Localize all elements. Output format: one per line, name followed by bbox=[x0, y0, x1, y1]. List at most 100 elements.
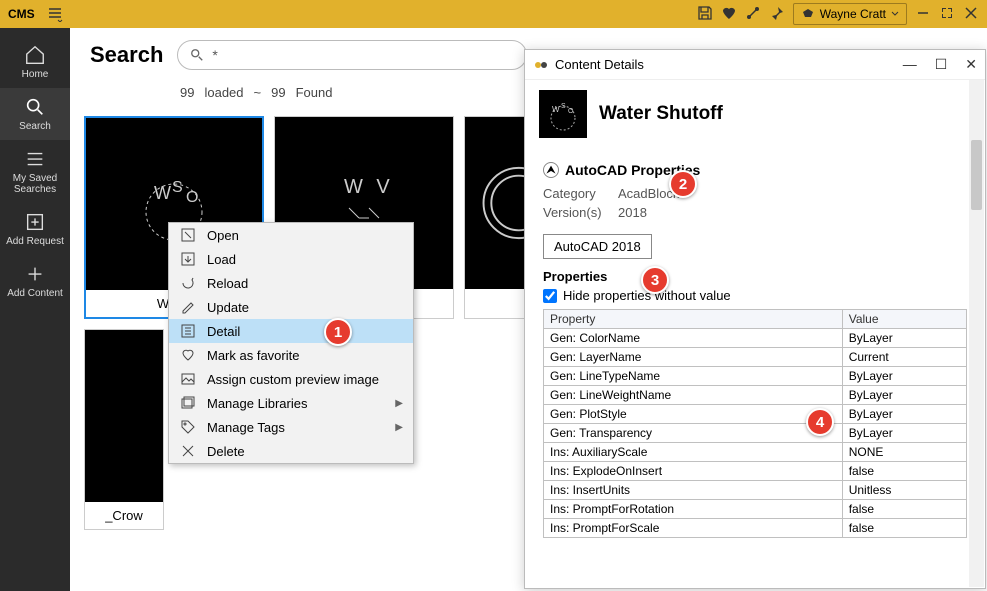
search-icon bbox=[190, 48, 204, 62]
table-row[interactable]: Ins: InsertUnitsUnitless bbox=[544, 481, 967, 500]
sidebar-label: Search bbox=[19, 121, 51, 132]
details-panel: Content Details — ☐ ✕ WSO Water Shutoff … bbox=[524, 49, 986, 589]
details-body: ⮝ AutoCAD Properties Category AcadBlock … bbox=[525, 142, 985, 588]
table-row[interactable]: Gen: LayerNameCurrent bbox=[544, 348, 967, 367]
search-title: Search bbox=[90, 42, 163, 68]
heart-icon[interactable] bbox=[721, 5, 737, 24]
sidebar-item-add-content[interactable]: Add Content bbox=[0, 255, 70, 307]
menu-delete[interactable]: Delete bbox=[169, 439, 413, 463]
load-icon bbox=[179, 251, 197, 267]
titlebar-left: CMS bbox=[8, 6, 63, 22]
details-thumbnail: WSO bbox=[539, 90, 587, 138]
detail-icon bbox=[179, 323, 197, 339]
context-menu: Open Load Reload Update Detail Mark as f… bbox=[168, 222, 414, 464]
callout-3: 3 bbox=[641, 266, 669, 294]
loaded-label: loaded bbox=[204, 85, 243, 100]
heart-outline-icon bbox=[179, 347, 197, 363]
properties-table: Property Value Gen: ColorNameByLayerGen:… bbox=[543, 309, 967, 538]
maximize-icon[interactable] bbox=[939, 5, 955, 24]
search-input[interactable]: * bbox=[177, 40, 527, 70]
callout-4: 4 bbox=[806, 408, 834, 436]
svg-text:S: S bbox=[172, 179, 187, 196]
result-card[interactable]: _Crow bbox=[84, 329, 164, 530]
pin-icon[interactable] bbox=[769, 5, 785, 24]
delete-icon bbox=[179, 443, 197, 459]
app-icon bbox=[533, 57, 549, 73]
table-row[interactable]: Gen: TransparencyByLayer bbox=[544, 424, 967, 443]
found-count: 99 bbox=[271, 85, 285, 100]
menu-detail[interactable]: Detail bbox=[169, 319, 413, 343]
table-row[interactable]: Ins: PromptForScalefalse bbox=[544, 519, 967, 538]
sidebar-label: Add Content bbox=[7, 288, 63, 299]
sidebar-item-add-request[interactable]: Add Request bbox=[0, 203, 70, 255]
user-name: Wayne Cratt bbox=[820, 7, 886, 21]
hide-empty-checkbox[interactable] bbox=[543, 289, 557, 303]
minimize-icon[interactable] bbox=[915, 5, 931, 24]
menu-preview[interactable]: Assign custom preview image bbox=[169, 367, 413, 391]
callout-2: 2 bbox=[669, 170, 697, 198]
sidebar-item-search[interactable]: Search bbox=[0, 88, 70, 140]
properties-heading: Properties bbox=[543, 269, 967, 284]
chevron-right-icon: ▶ bbox=[395, 422, 403, 433]
details-titlebar: Content Details — ☐ ✕ bbox=[525, 50, 985, 80]
card-thumbnail bbox=[85, 330, 163, 502]
sidebar-label: My Saved Searches bbox=[4, 173, 66, 195]
chevron-right-icon: ▶ bbox=[395, 398, 403, 409]
svg-text:O: O bbox=[186, 189, 202, 206]
reload-icon bbox=[179, 275, 197, 291]
app-name: CMS bbox=[8, 7, 35, 21]
menu-libraries[interactable]: Manage Libraries▶ bbox=[169, 391, 413, 415]
collapse-icon[interactable]: ⮝ bbox=[543, 162, 559, 178]
update-icon bbox=[179, 299, 197, 315]
sidebar-label: Home bbox=[22, 69, 49, 80]
sidebar: Home Search My Saved Searches Add Reques… bbox=[0, 28, 70, 591]
table-row[interactable]: Ins: PromptForRotationfalse bbox=[544, 500, 967, 519]
tag-icon bbox=[179, 419, 197, 435]
table-row[interactable]: Gen: ColorNameByLayer bbox=[544, 329, 967, 348]
table-row[interactable]: Gen: LineWeightNameByLayer bbox=[544, 386, 967, 405]
version-selector[interactable]: AutoCAD 2018 bbox=[543, 234, 652, 259]
found-label: Found bbox=[296, 85, 333, 100]
menu-favorite[interactable]: Mark as favorite bbox=[169, 343, 413, 367]
col-value: Value bbox=[842, 310, 966, 329]
menu-load[interactable]: Load bbox=[169, 247, 413, 271]
callout-1: 1 bbox=[324, 318, 352, 346]
table-row[interactable]: Ins: AuxiliaryScaleNONE bbox=[544, 443, 967, 462]
close-icon[interactable]: ✕ bbox=[965, 56, 977, 73]
menu-tags[interactable]: Manage Tags▶ bbox=[169, 415, 413, 439]
col-property: Property bbox=[544, 310, 843, 329]
maximize-icon[interactable]: ☐ bbox=[935, 56, 948, 73]
scrollbar[interactable] bbox=[969, 80, 984, 587]
meta-category: Category AcadBlock bbox=[543, 186, 967, 201]
menu-reload[interactable]: Reload bbox=[169, 271, 413, 295]
save-icon[interactable] bbox=[697, 5, 713, 24]
loaded-count: 99 bbox=[180, 85, 194, 100]
svg-text:O: O bbox=[568, 108, 575, 115]
sidebar-item-saved[interactable]: My Saved Searches bbox=[0, 140, 70, 203]
details-window-title: Content Details bbox=[555, 57, 644, 72]
section-autocad-properties[interactable]: ⮝ AutoCAD Properties bbox=[543, 162, 967, 178]
svg-text:W V: W V bbox=[344, 176, 394, 198]
titlebar: CMS Wayne Cratt bbox=[0, 0, 987, 28]
close-icon[interactable] bbox=[963, 5, 979, 24]
table-row[interactable]: Gen: LineTypeNameByLayer bbox=[544, 367, 967, 386]
meta-versions: Version(s) 2018 bbox=[543, 205, 967, 220]
scrollbar-thumb[interactable] bbox=[971, 140, 982, 210]
hamburger-icon[interactable] bbox=[47, 6, 63, 22]
connect-icon[interactable] bbox=[745, 5, 761, 24]
titlebar-right: Wayne Cratt bbox=[697, 3, 979, 25]
minimize-icon[interactable]: — bbox=[903, 56, 917, 73]
user-chip[interactable]: Wayne Cratt bbox=[793, 3, 907, 25]
hide-empty-row[interactable]: Hide properties without value bbox=[543, 288, 967, 303]
menu-update[interactable]: Update bbox=[169, 295, 413, 319]
search-query: * bbox=[212, 47, 217, 63]
sidebar-label: Add Request bbox=[6, 236, 64, 247]
library-icon bbox=[179, 395, 197, 411]
card-title: _Crow bbox=[85, 502, 163, 529]
menu-open[interactable]: Open bbox=[169, 223, 413, 247]
svg-text:S: S bbox=[561, 103, 568, 110]
table-row[interactable]: Gen: PlotStyleByLayer bbox=[544, 405, 967, 424]
sidebar-item-home[interactable]: Home bbox=[0, 36, 70, 88]
details-name: Water Shutoff bbox=[599, 103, 723, 125]
table-row[interactable]: Ins: ExplodeOnInsertfalse bbox=[544, 462, 967, 481]
